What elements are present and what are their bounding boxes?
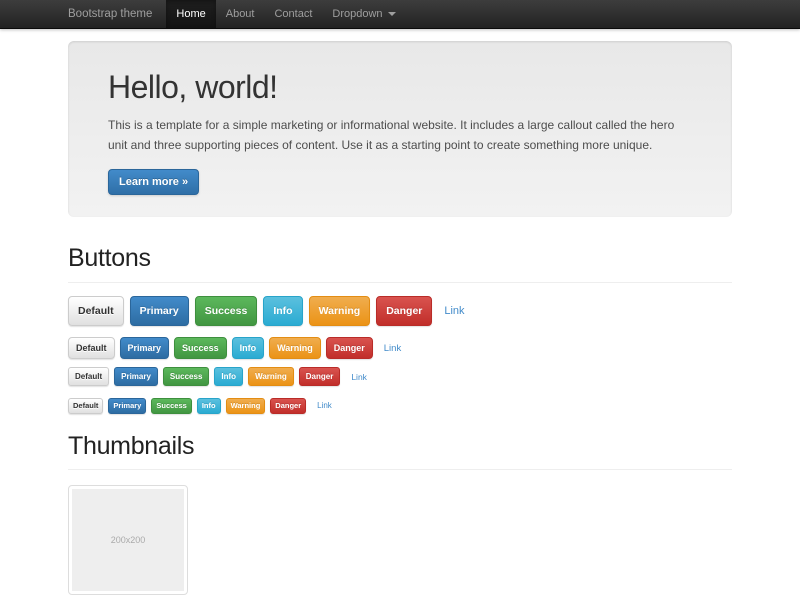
link-button-lg[interactable]: Link	[444, 305, 464, 317]
nav-item-home-label: Home	[176, 0, 205, 28]
nav-item-dropdown[interactable]: Dropdown	[322, 0, 405, 28]
placeholder-label: 200x200	[111, 535, 146, 545]
hero-text: This is a template for a simple marketin…	[108, 115, 692, 156]
buttons-heading: Buttons	[68, 245, 732, 273]
info-button-lg[interactable]: Info	[263, 296, 302, 327]
link-button-sm[interactable]: Link	[351, 372, 367, 382]
hero-title: Hello, world!	[108, 69, 692, 106]
nav-item-home[interactable]: Home	[166, 0, 215, 28]
primary-button-xs[interactable]: Primary	[108, 398, 146, 414]
primary-button-lg[interactable]: Primary	[130, 296, 189, 327]
nav-item-about-label: About	[226, 0, 255, 28]
danger-button-xs[interactable]: Danger	[270, 398, 306, 414]
success-button-lg[interactable]: Success	[195, 296, 258, 327]
info-button-xs[interactable]: Info	[197, 398, 221, 414]
navbar-inner: Bootstrap theme Home About Contact Dropd…	[68, 0, 732, 28]
button-row-default: Default Primary Success Info Warning Dan…	[68, 337, 732, 359]
navbar-brand[interactable]: Bootstrap theme	[68, 0, 152, 28]
buttons-section-header: Buttons	[68, 245, 732, 283]
thumbnails-section-header: Thumbnails	[68, 433, 732, 471]
danger-button-md[interactable]: Danger	[326, 337, 373, 359]
link-button-md[interactable]: Link	[384, 343, 401, 354]
success-button-sm[interactable]: Success	[163, 367, 209, 386]
nav-item-contact[interactable]: Contact	[264, 0, 322, 28]
danger-button-lg[interactable]: Danger	[376, 296, 432, 327]
thumbnails-heading: Thumbnails	[68, 433, 732, 461]
link-button-xs[interactable]: Link	[317, 401, 332, 410]
warning-button-md[interactable]: Warning	[269, 337, 321, 359]
caret-down-icon	[388, 12, 396, 16]
warning-button-lg[interactable]: Warning	[309, 296, 371, 327]
navbar-menu: Home About Contact Dropdown	[166, 0, 405, 28]
nav-item-dropdown-label: Dropdown	[332, 0, 382, 28]
default-button-sm[interactable]: Default	[68, 367, 109, 386]
nav-item-contact-label: Contact	[274, 0, 312, 28]
info-button-md[interactable]: Info	[232, 337, 265, 359]
main-container: Hello, world! This is a template for a s…	[68, 41, 732, 595]
hero-unit: Hello, world! This is a template for a s…	[68, 41, 732, 217]
default-button-xs[interactable]: Default	[68, 398, 103, 414]
navbar: Bootstrap theme Home About Contact Dropd…	[0, 0, 800, 29]
button-row-extra-small: Default Primary Success Info Warning Dan…	[68, 398, 732, 414]
default-button-md[interactable]: Default	[68, 337, 115, 359]
info-button-sm[interactable]: Info	[214, 367, 243, 386]
success-button-xs[interactable]: Success	[151, 398, 191, 414]
primary-button-sm[interactable]: Primary	[114, 367, 158, 386]
warning-button-sm[interactable]: Warning	[248, 367, 294, 386]
default-button-lg[interactable]: Default	[68, 296, 124, 327]
button-row-small: Default Primary Success Info Warning Dan…	[68, 367, 732, 386]
primary-button-md[interactable]: Primary	[120, 337, 170, 359]
button-row-large: Default Primary Success Info Warning Dan…	[68, 296, 732, 327]
thumbnail[interactable]: 200x200	[68, 485, 188, 595]
success-button-md[interactable]: Success	[174, 337, 227, 359]
nav-item-about[interactable]: About	[216, 0, 265, 28]
placeholder-image: 200x200	[72, 489, 184, 591]
warning-button-xs[interactable]: Warning	[226, 398, 266, 414]
learn-more-button[interactable]: Learn more »	[108, 169, 199, 195]
danger-button-sm[interactable]: Danger	[299, 367, 341, 386]
